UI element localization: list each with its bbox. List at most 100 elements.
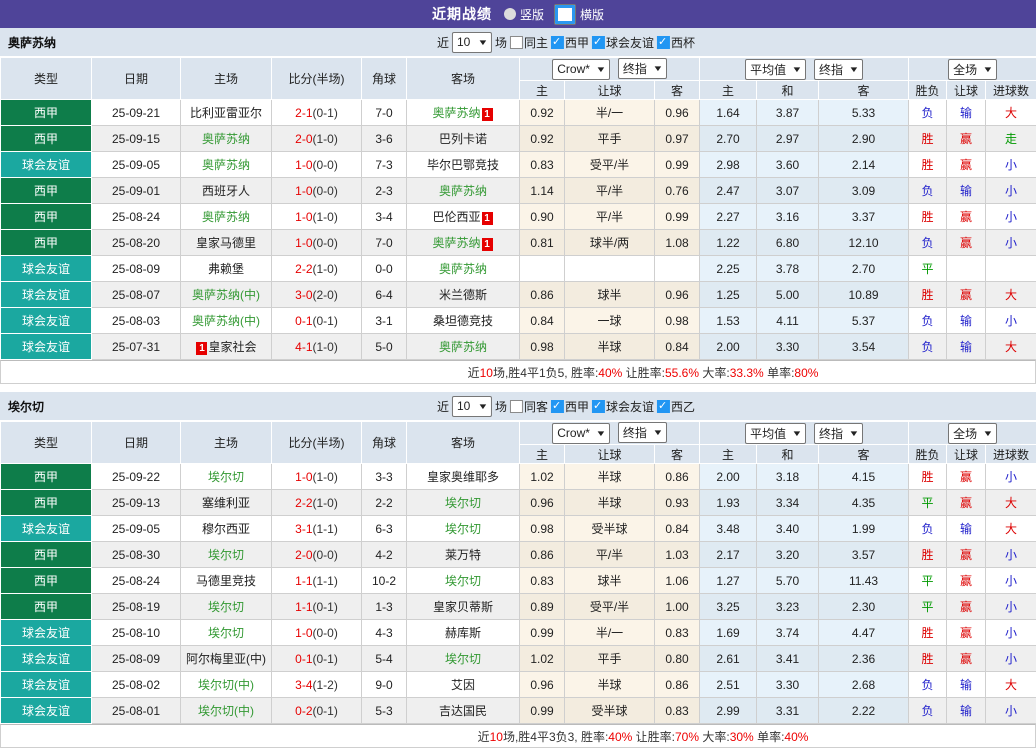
- games-count-select[interactable]: 10▼: [452, 32, 492, 53]
- checkbox-checked-icon[interactable]: [592, 36, 605, 49]
- winlose-result-cell: 负: [909, 334, 947, 360]
- result-text: 负: [922, 340, 934, 354]
- result-text: 小: [1005, 548, 1017, 562]
- filter-checkbox-league[interactable]: 西甲: [551, 34, 589, 51]
- winlose-result-cell: 负: [909, 178, 947, 204]
- column-subheader: 进球数: [986, 445, 1036, 464]
- avg-away-cell: 2.30: [819, 594, 909, 620]
- match-row: 西甲25-09-15奥萨苏纳2-0(1-0)3-6巴列卡诺0.92平手0.972…: [1, 126, 1036, 152]
- filter-checkbox-league[interactable]: 西乙: [657, 398, 695, 415]
- filter-checkbox-same[interactable]: 同主: [510, 34, 548, 51]
- odds-source-select[interactable]: 终指▼: [618, 58, 667, 79]
- filter-checkbox-same[interactable]: 同客: [510, 398, 548, 415]
- team-link: 西班牙人: [202, 184, 250, 198]
- match-date: 25-08-30: [92, 542, 181, 568]
- team-link: 吉达国民: [439, 704, 487, 718]
- score-cell: 1-0(1-0): [272, 204, 362, 230]
- halftime-score: (1-0): [313, 210, 338, 224]
- avg-home-cell: 2.25: [700, 256, 757, 282]
- away-team-cell: 奥萨苏纳: [407, 334, 520, 360]
- fulltime-score: 0-1: [295, 652, 312, 666]
- games-count-select[interactable]: 10▼: [452, 396, 492, 417]
- corner-cell: 7-3: [362, 152, 407, 178]
- avg-source-select[interactable]: 平均值▼: [745, 423, 806, 444]
- corner-cell: 3-1: [362, 308, 407, 334]
- column-subheader: 胜负: [909, 445, 947, 464]
- winlose-result-cell: 负: [909, 698, 947, 724]
- checkbox-checked-icon[interactable]: [551, 36, 564, 49]
- halftime-score: (0-0): [313, 236, 338, 250]
- match-date: 25-09-05: [92, 152, 181, 178]
- filter-checkbox-league[interactable]: 球会友谊: [592, 398, 654, 415]
- avg-draw-cell: 3.30: [757, 672, 819, 698]
- goals-result-cell: 小: [986, 204, 1036, 230]
- result-text: 负: [922, 522, 934, 536]
- chevron-down-icon: ▼: [595, 65, 606, 74]
- avg-source-select[interactable]: 平均值▼: [745, 59, 806, 80]
- checkbox-unchecked-icon[interactable]: [510, 36, 523, 49]
- column-header: 主场: [181, 422, 272, 464]
- odds-home-cell: 0.89: [520, 594, 565, 620]
- scope-select[interactable]: 全场▼: [948, 59, 997, 80]
- results-table: 类型日期主场比分(半场)角球客场Crow*▼终指▼平均值▼终指▼全场▼主让球客主…: [0, 421, 1036, 724]
- team-link: 埃尔切: [445, 522, 481, 536]
- halftime-score: (0-1): [313, 652, 338, 666]
- fulltime-score: 1-0: [295, 470, 312, 484]
- result-text: 负: [922, 236, 934, 250]
- result-text: 大: [1005, 678, 1017, 692]
- odds-source-select[interactable]: Crow*▼: [552, 59, 610, 80]
- avg-home-cell: 2.00: [700, 464, 757, 490]
- avg-home-cell: 2.47: [700, 178, 757, 204]
- filter-checkbox-league[interactable]: 西杯: [657, 34, 695, 51]
- avg-home-cell: 2.27: [700, 204, 757, 230]
- checkbox-checked-icon[interactable]: [592, 400, 605, 413]
- avg-draw-cell: 3.40: [757, 516, 819, 542]
- checkbox-checked-icon[interactable]: [657, 36, 670, 49]
- result-text: 负: [922, 184, 934, 198]
- scope-select[interactable]: 全场▼: [948, 423, 997, 444]
- checkbox-unchecked-icon[interactable]: [510, 400, 523, 413]
- chevron-down-icon: ▼: [792, 429, 803, 438]
- result-text: 胜: [922, 288, 934, 302]
- filter-checkbox-league[interactable]: 西甲: [551, 398, 589, 415]
- goals-result-cell: 大: [986, 490, 1036, 516]
- view-mode-option[interactable]: 竖版: [504, 4, 544, 25]
- avg-draw-cell: 3.78: [757, 256, 819, 282]
- result-text: 胜: [922, 548, 934, 562]
- winlose-result-cell: 平: [909, 256, 947, 282]
- checkbox-checked-icon[interactable]: [657, 400, 670, 413]
- match-row: 球会友谊25-08-09阿尔梅里亚(中)0-1(0-1)5-4埃尔切1.02平手…: [1, 646, 1036, 672]
- filter-checkbox-league[interactable]: 球会友谊: [592, 34, 654, 51]
- team-link: 埃尔切: [208, 626, 244, 640]
- team-link: 奥萨苏纳: [432, 106, 480, 120]
- page-title: 近期战绩: [432, 4, 492, 24]
- avg-draw-cell: 3.07: [757, 178, 819, 204]
- avg-home-cell: 2.17: [700, 542, 757, 568]
- avg-source-select[interactable]: 终指▼: [814, 423, 863, 444]
- avg-source-select[interactable]: 终指▼: [814, 59, 863, 80]
- winlose-result-cell: 胜: [909, 126, 947, 152]
- corner-cell: 3-4: [362, 204, 407, 230]
- match-row: 球会友谊25-08-07奥萨苏纳(中)3-0(2-0)6-4米兰德斯0.86球半…: [1, 282, 1036, 308]
- section-summary: 近10场,胜4平1负5, 胜率:40% 让胜率:55.6% 大率:33.3% 单…: [0, 360, 1036, 384]
- team-link: 皇家马德里: [196, 236, 256, 250]
- checkbox-checked-icon[interactable]: [551, 400, 564, 413]
- view-mode-option[interactable]: 横版: [554, 4, 604, 25]
- odds-source-select[interactable]: 终指▼: [618, 422, 667, 443]
- radio-unchecked-icon[interactable]: [504, 8, 516, 20]
- goals-result-cell: 走: [986, 126, 1036, 152]
- summary-part: 大率:: [699, 730, 730, 744]
- odds-home-cell: 0.81: [520, 230, 565, 256]
- home-team-cell: 比利亚雷亚尔: [181, 100, 272, 126]
- radio-checked-icon[interactable]: [554, 4, 576, 25]
- team-link: 穆尔西亚: [202, 522, 250, 536]
- match-type-badge: 西甲: [1, 464, 92, 490]
- team-section: 奥萨苏纳近10▼场同主西甲球会友谊西杯类型日期主场比分(半场)角球客场Crow*…: [0, 28, 1036, 384]
- result-text: 赢: [960, 496, 972, 510]
- fulltime-score: 1-1: [295, 600, 312, 614]
- odds-away-cell: 0.93: [655, 490, 700, 516]
- result-text: 负: [922, 314, 934, 328]
- red-rank-badge: 1: [482, 212, 493, 225]
- odds-source-select[interactable]: Crow*▼: [552, 423, 610, 444]
- avg-draw-cell: 3.34: [757, 490, 819, 516]
